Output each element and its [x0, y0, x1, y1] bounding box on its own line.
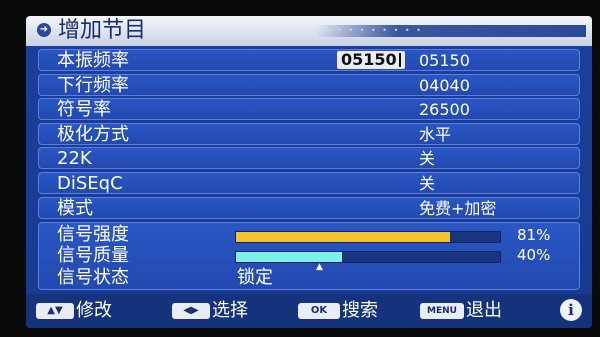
row-label: 符号率: [57, 99, 111, 121]
text-cursor: [399, 53, 401, 67]
row-downlink-frequency[interactable]: 下行频率 04040: [38, 73, 580, 96]
row-22k[interactable]: 22K 关: [38, 147, 580, 170]
row-value: 26500: [419, 100, 470, 120]
signal-quality-label: 信号质量: [57, 245, 129, 266]
row-value: 04040: [419, 75, 470, 95]
hint-text: 修改: [76, 300, 112, 321]
hint-text: 选择: [212, 300, 248, 321]
row-symbol-rate[interactable]: 符号率 26500: [38, 98, 580, 121]
row-value: 免费+加密: [419, 198, 497, 218]
signal-quality-bar: [235, 251, 501, 263]
title-bar: ➜ 增加节目 • • • • • • • • •: [26, 16, 592, 46]
signal-quality-value: 40%: [517, 246, 551, 264]
leftright-arrows-icon: ◀▶: [172, 303, 210, 319]
signal-strength-value: 81%: [517, 226, 551, 244]
hint-text: 退出: [466, 300, 502, 321]
row-lnb-frequency[interactable]: 本振频率 05150 05150: [38, 49, 580, 71]
ok-search-hint[interactable]: OK 搜索: [298, 301, 378, 321]
marker-triangle-icon: ▲: [316, 262, 323, 272]
info-icon[interactable]: i: [560, 299, 582, 321]
row-label: 下行频率: [57, 74, 129, 96]
row-label: 22K: [57, 148, 92, 170]
row-label: 模式: [57, 197, 93, 219]
menu-exit-hint[interactable]: MENU 退出: [420, 301, 502, 321]
row-value: 05150: [419, 51, 470, 70]
footer-help-bar: ▲▼ 修改 ◀▶ 选择 OK 搜索 MENU 退出 i: [26, 294, 592, 328]
menu-key-icon: MENU: [420, 303, 464, 319]
row-value: 关: [419, 149, 436, 169]
signal-strength-label: 信号强度: [57, 224, 129, 245]
ok-key-icon: OK: [298, 303, 340, 319]
row-label: 极化方式: [57, 123, 129, 145]
page-title: 增加节目: [58, 18, 147, 43]
lnb-frequency-input[interactable]: 05150: [337, 51, 405, 69]
updown-modify-hint[interactable]: ▲▼ 修改: [36, 301, 112, 321]
row-label: 本振频率: [57, 50, 129, 71]
back-arrow-icon: ➜: [37, 23, 51, 37]
title-dots-decoration: • • • • • • • • •: [326, 26, 423, 35]
settings-list: 本振频率 05150 05150 下行频率 04040 符号率 26500 极化…: [38, 49, 580, 221]
row-value: 关: [419, 173, 436, 193]
tv-menu-screen: ➜ 增加节目 • • • • • • • • • 本振频率 05150 0515…: [26, 16, 592, 328]
row-label: DiSEqC: [57, 172, 123, 194]
row-value: 水平: [419, 124, 452, 144]
signal-strength-fill: [236, 232, 450, 242]
hint-text: 搜索: [342, 300, 378, 321]
row-diseqc[interactable]: DiSEqC 关: [38, 171, 580, 194]
signal-panel: 信号强度 81% 信号质量 40% ▲ 信号状态 锁定: [38, 222, 580, 290]
updown-arrows-icon: ▲▼: [36, 303, 74, 319]
leftright-select-hint[interactable]: ◀▶ 选择: [172, 301, 248, 321]
signal-strength-bar: [235, 231, 501, 243]
row-polarization[interactable]: 极化方式 水平: [38, 122, 580, 145]
row-mode[interactable]: 模式 免费+加密: [38, 196, 580, 219]
signal-status-label: 信号状态: [57, 267, 129, 288]
signal-status-value: 锁定: [237, 267, 273, 288]
signal-quality-fill: [236, 252, 342, 262]
